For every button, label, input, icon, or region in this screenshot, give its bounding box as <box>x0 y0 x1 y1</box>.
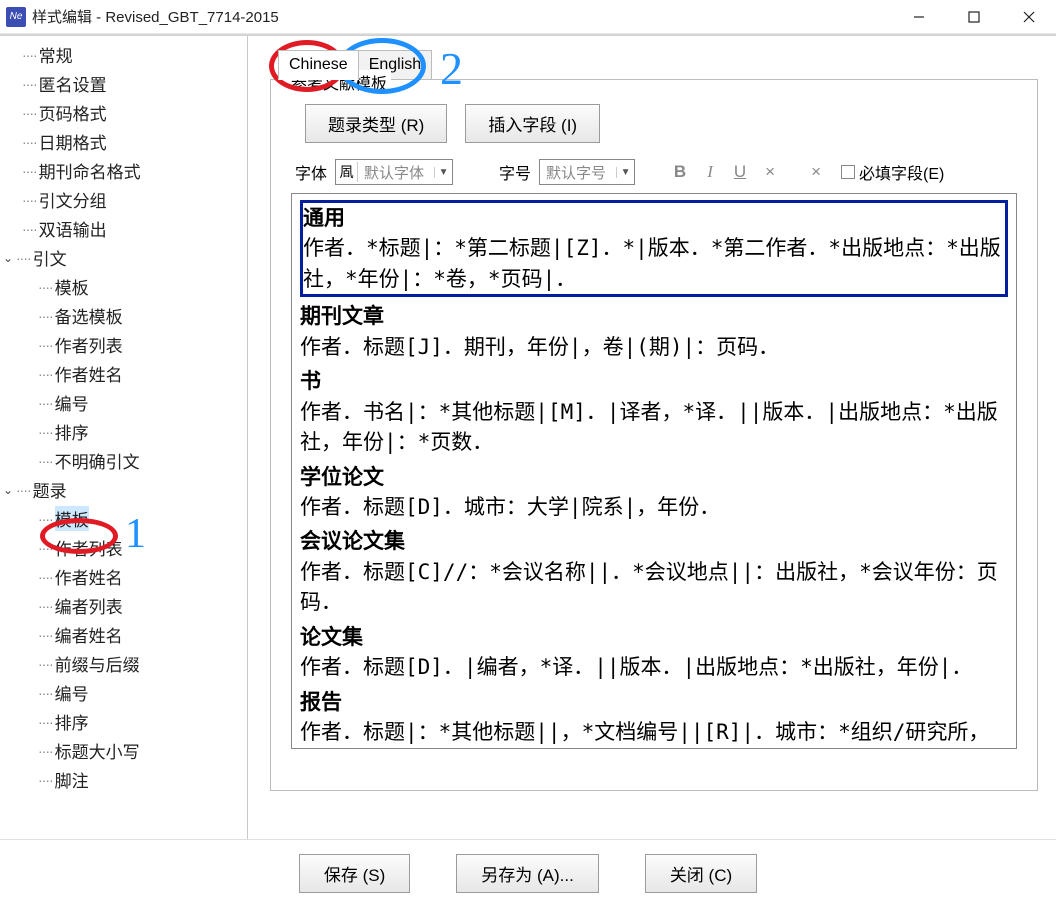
sidebar-item[interactable]: ····不明确引文 <box>0 446 247 475</box>
template-block[interactable]: 报告作者．标题|：*其他标题||，*文档编号||[R]|．城市：*组织/研究所，… <box>300 687 1008 748</box>
sidebar-item[interactable]: ⌄····题录 <box>0 475 247 504</box>
bold-button[interactable]: B <box>669 162 691 182</box>
size-select[interactable]: 默认字号 ▼ <box>539 159 635 185</box>
sidebar-tree[interactable]: ····常规····匿名设置····页码格式····日期格式····期刊命名格式… <box>0 36 248 839</box>
sidebar-item[interactable]: ····前缀与后缀 <box>0 649 247 678</box>
sidebar-item[interactable]: ⌄····引文 <box>0 243 247 272</box>
template-title: 报告 <box>300 687 1008 717</box>
sidebar-item[interactable]: ····作者姓名 <box>0 562 247 591</box>
italic-button[interactable]: I <box>699 162 721 182</box>
close-dialog-button[interactable]: 关闭 (C) <box>645 854 757 893</box>
app-icon: Ne <box>6 7 26 27</box>
remove-button[interactable]: × <box>805 162 827 182</box>
template-editor[interactable]: 通用作者．*标题|：*第二标题|[Z]．*|版本．*第二作者．*出版地点：*出版… <box>292 194 1016 748</box>
template-title: 通用 <box>303 203 1005 233</box>
sidebar-item[interactable]: ····作者列表 <box>0 330 247 359</box>
sidebar-item[interactable]: ····双语输出 <box>0 214 247 243</box>
chevron-down-icon: ▼ <box>616 167 634 178</box>
sidebar-item[interactable]: ····编号 <box>0 388 247 417</box>
save-as-button[interactable]: 另存为 (A)... <box>456 854 599 893</box>
sidebar-item[interactable]: ····编者姓名 <box>0 620 247 649</box>
font-label: 字体 <box>295 160 327 184</box>
template-block[interactable]: 通用作者．*标题|：*第二标题|[Z]．*|版本．*第二作者．*出版地点：*出版… <box>300 200 1008 297</box>
titlebar: Ne 样式编辑 - Revised_GBT_7714-2015 <box>0 0 1056 34</box>
sidebar-item[interactable]: ····脚注 <box>0 765 247 794</box>
sidebar-item[interactable]: ····常规 <box>0 40 247 69</box>
template-body: 作者．标题|：*其他标题||，*文档编号||[R]|．城市：*组织/研究所，年份… <box>300 717 1008 748</box>
chevron-down-icon: ⌄ <box>0 251 16 265</box>
sidebar-item[interactable]: ····排序 <box>0 417 247 446</box>
template-block[interactable]: 期刊文章作者．标题[J]．期刊，年份|，卷|(期)|：页码． <box>300 301 1008 362</box>
sidebar-item[interactable]: ····模板 <box>0 504 247 533</box>
sidebar-item[interactable]: ····期刊命名格式 <box>0 156 247 185</box>
sidebar-item[interactable]: ····匿名设置 <box>0 69 247 98</box>
template-title: 书 <box>300 366 1008 396</box>
close-button[interactable] <box>1001 0 1056 34</box>
maximize-button[interactable] <box>946 0 1001 34</box>
clear-format-button[interactable]: × <box>759 162 781 182</box>
required-field-checkbox[interactable]: 必填字段(E) <box>841 160 944 184</box>
template-block[interactable]: 学位论文作者．标题[D]．城市：大学|院系|，年份． <box>300 462 1008 523</box>
template-body: 作者．标题[D]．|编者，*译．||版本．|出版地点：*出版社，年份|． <box>300 652 1008 682</box>
chevron-down-icon: ▼ <box>434 167 452 178</box>
sidebar-item[interactable]: ····日期格式 <box>0 127 247 156</box>
template-body: 作者．书名|：*其他标题|[M]．|译者，*译．||版本．|出版地点：*出版社，… <box>300 397 1008 458</box>
template-title: 期刊文章 <box>300 301 1008 331</box>
save-button[interactable]: 保存 (S) <box>299 854 410 893</box>
record-type-button[interactable]: 题录类型 (R) <box>305 104 447 143</box>
template-body: 作者．*标题|：*第二标题|[Z]．*|版本．*第二作者．*出版地点：*出版社，… <box>303 233 1005 294</box>
sidebar-item[interactable]: ····模板 <box>0 272 247 301</box>
sidebar-item[interactable]: ····编号 <box>0 678 247 707</box>
template-block[interactable]: 会议论文集作者．标题[C]//：*会议名称||．*会议地点||：出版社，*会议年… <box>300 526 1008 617</box>
sidebar-item[interactable]: ····排序 <box>0 707 247 736</box>
sidebar-item[interactable]: ····备选模板 <box>0 301 247 330</box>
font-select[interactable]: 凮 默认字体 ▼ <box>335 159 453 185</box>
sidebar-item[interactable]: ····引文分组 <box>0 185 247 214</box>
template-body: 作者．标题[C]//：*会议名称||．*会议地点||：出版社，*会议年份：页码． <box>300 557 1008 618</box>
tab-chinese[interactable]: Chinese <box>278 50 359 80</box>
underline-button[interactable]: U <box>729 162 751 182</box>
template-title: 学位论文 <box>300 462 1008 492</box>
sidebar-item[interactable]: ····标题大小写 <box>0 736 247 765</box>
template-block[interactable]: 论文集作者．标题[D]．|编者，*译．||版本．|出版地点：*出版社，年份|． <box>300 622 1008 683</box>
size-label: 字号 <box>499 160 531 184</box>
insert-field-button[interactable]: 插入字段 (I) <box>465 104 600 143</box>
sidebar-item[interactable]: ····作者姓名 <box>0 359 247 388</box>
chevron-down-icon: ⌄ <box>0 483 16 497</box>
sidebar-item[interactable]: ····作者列表 <box>0 533 247 562</box>
minimize-button[interactable] <box>891 0 946 34</box>
template-body: 作者．标题[D]．城市：大学|院系|，年份． <box>300 492 1008 522</box>
window-title: 样式编辑 - Revised_GBT_7714-2015 <box>32 6 279 27</box>
template-block[interactable]: 书作者．书名|：*其他标题|[M]．|译者，*译．||版本．|出版地点：*出版社… <box>300 366 1008 457</box>
font-icon: 凮 <box>336 162 358 182</box>
template-body: 作者．标题[J]．期刊，年份|，卷|(期)|：页码． <box>300 332 1008 362</box>
sidebar-item[interactable]: ····页码格式 <box>0 98 247 127</box>
template-panel: 参考文献模板 题录类型 (R) 插入字段 (I) 字体 凮 默认字体 ▼ 字号 … <box>270 79 1038 791</box>
template-title: 会议论文集 <box>300 526 1008 556</box>
template-title: 论文集 <box>300 622 1008 652</box>
sidebar-item[interactable]: ····编者列表 <box>0 591 247 620</box>
